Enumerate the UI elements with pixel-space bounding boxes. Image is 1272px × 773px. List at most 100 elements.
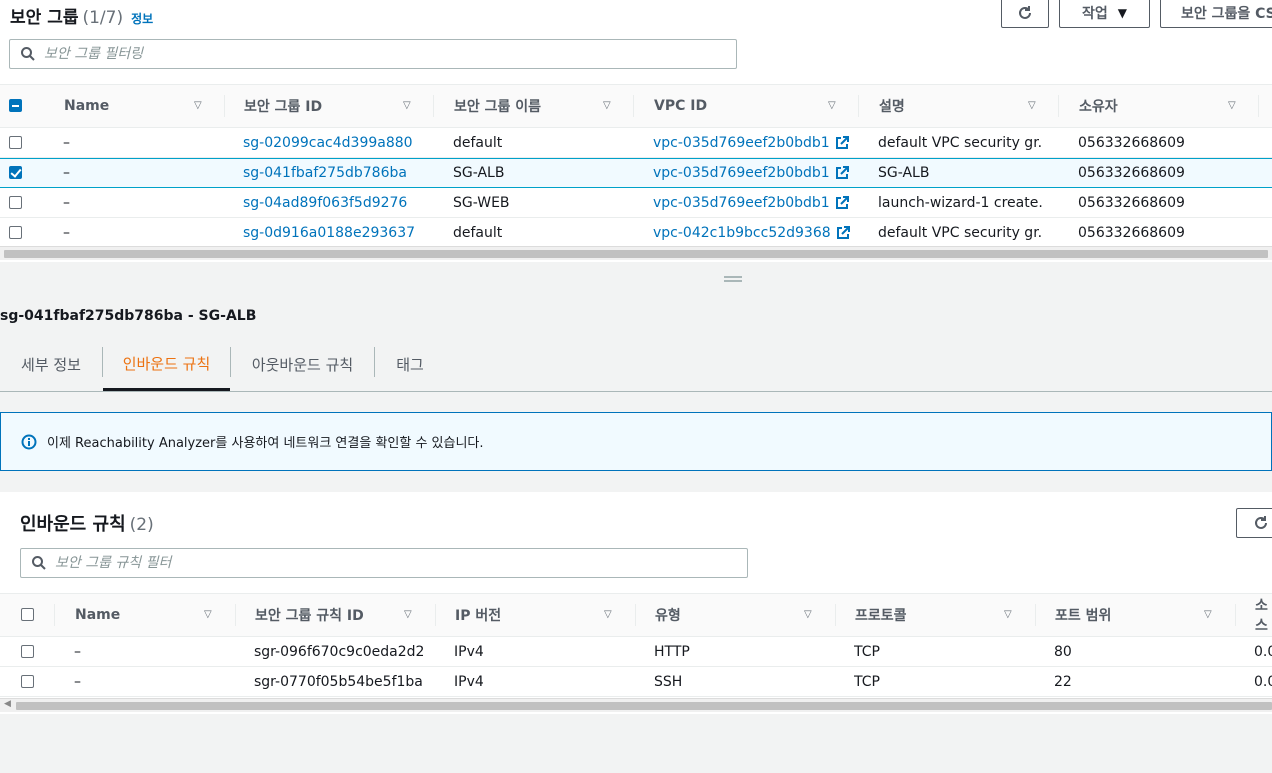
row-checkbox[interactable]	[21, 675, 34, 688]
info-alert: 이제 Reachability Analyzer를 사용하여 네트워크 연결을 …	[0, 412, 1272, 471]
horizontal-scrollbar[interactable]: ◀	[0, 698, 1272, 712]
col-header-vpc-id[interactable]: VPC ID ▽	[654, 85, 859, 127]
cell-rule-id: sgr-0770f05b54be5f1ba	[254, 674, 423, 690]
sg-filter-search[interactable]	[9, 39, 737, 69]
tab-inbound-rules[interactable]: 인바운드 규칙	[103, 338, 230, 391]
cell-source: 0.0	[1254, 644, 1272, 660]
cell-sg-id-link[interactable]: sg-041fbaf275db786ba	[243, 158, 407, 188]
column-divider[interactable]	[433, 95, 434, 117]
info-link[interactable]: 정보	[131, 12, 153, 26]
inbound-refresh-button[interactable]	[1236, 508, 1272, 538]
cell-name: –	[63, 195, 70, 211]
inbound-rules-container: 인바운드 규칙(2) Name ▽ 보안 그룹 규칙 ID ▽ IP 버전 ▽ 유형 ▽…	[0, 492, 1272, 714]
col-header-sg-id[interactable]: 보안 그룹 ID ▽	[244, 85, 434, 127]
table-row[interactable]: – sgr-096f670c9c0eda2d2 IPv4 HTTP TCP 80…	[0, 637, 1272, 667]
col-header-source[interactable]: 소스	[1255, 594, 1272, 636]
search-icon	[32, 556, 46, 570]
col-header-owner[interactable]: 소유자 ▽	[1079, 85, 1259, 127]
table-row[interactable]: – sg-0d916a0188e293637 default vpc-042c1…	[0, 218, 1272, 248]
column-divider[interactable]	[1035, 604, 1036, 626]
col-header-ip-version[interactable]: IP 버전 ▽	[455, 594, 635, 636]
cell-sg-name: SG-ALB	[453, 165, 505, 181]
sort-icon: ▽	[604, 609, 612, 620]
cell-sg-name: default	[453, 225, 503, 241]
split-panel-resize-handle[interactable]	[724, 276, 742, 282]
table-row[interactable]: – sg-04ad89f063f5d9276 SG-WEB vpc-035d76…	[0, 188, 1272, 218]
row-checkbox[interactable]	[9, 196, 22, 209]
inbound-rules-title: 인바운드 규칙 (2)	[20, 510, 154, 536]
cell-description: default VPC security gr...	[878, 135, 1043, 151]
scroll-left-arrow-icon[interactable]: ◀	[4, 699, 11, 709]
column-divider[interactable]	[435, 604, 436, 626]
column-divider[interactable]	[635, 604, 636, 626]
cell-vpc-id-link[interactable]: vpc-035d769eef2b0bdb1	[653, 158, 849, 188]
scrollbar-thumb[interactable]	[4, 250, 1268, 258]
rules-filter-input[interactable]	[55, 555, 700, 571]
refresh-icon	[1255, 516, 1267, 529]
col-header-protocol[interactable]: 프로토콜 ▽	[855, 594, 1035, 636]
vpc-id-text: vpc-035d769eef2b0bdb1	[653, 165, 830, 181]
column-divider[interactable]	[1235, 604, 1236, 626]
column-divider[interactable]	[835, 604, 836, 626]
sort-icon: ▽	[1004, 609, 1012, 620]
alert-text: 이제 Reachability Analyzer를 사용하여 네트워크 연결을 …	[47, 436, 484, 451]
table-header: Name ▽ 보안 그룹 ID ▽ 보안 그룹 이름 ▽ VPC ID ▽ 설명 ▽ 소유…	[0, 84, 1272, 128]
rules-filter-search[interactable]	[20, 548, 748, 578]
column-divider[interactable]	[235, 604, 236, 626]
column-divider[interactable]	[54, 604, 55, 626]
cell-rule-id: sgr-096f670c9c0eda2d2	[254, 644, 425, 660]
sort-icon: ▽	[828, 100, 836, 111]
col-header-name[interactable]: Name ▽	[75, 594, 235, 636]
col-header-rule-id[interactable]: 보안 그룹 규칙 ID ▽	[255, 594, 435, 636]
row-checkbox[interactable]	[9, 136, 22, 149]
actions-dropdown[interactable]: 작업 ▼	[1059, 0, 1150, 28]
col-header-type[interactable]: 유형 ▽	[655, 594, 835, 636]
table-row-selected[interactable]: – sg-041fbaf275db786ba SG-ALB vpc-035d76…	[0, 158, 1272, 188]
row-checkbox[interactable]	[21, 645, 34, 658]
table-row[interactable]: – sg-02099cac4d399a880 default vpc-035d7…	[0, 128, 1272, 158]
security-groups-panel: 보안 그룹(1/7) 정보 작업 ▼ 보안 그룹을 CS Name ▽ 보안 그룹 I…	[0, 0, 1272, 262]
column-divider[interactable]	[633, 95, 634, 117]
sort-icon: ▽	[403, 100, 411, 111]
refresh-button[interactable]	[1001, 0, 1049, 28]
cell-description: default VPC security gr...	[878, 225, 1043, 241]
external-link-icon	[835, 166, 849, 180]
row-checkbox[interactable]	[9, 166, 22, 179]
sort-icon: ▽	[1228, 100, 1236, 111]
cell-protocol: TCP	[854, 674, 880, 690]
cell-name: –	[74, 674, 81, 690]
column-divider[interactable]	[1058, 95, 1059, 117]
col-header-port-range[interactable]: 포트 범위 ▽	[1055, 594, 1235, 636]
select-all-checkbox[interactable]	[9, 99, 22, 112]
col-header-label: 소스	[1255, 598, 1268, 634]
tab-outbound-rules[interactable]: 아웃바운드 규칙	[231, 338, 374, 391]
column-divider[interactable]	[224, 95, 225, 117]
row-checkbox[interactable]	[9, 226, 22, 239]
sg-filter-input[interactable]	[44, 46, 689, 62]
cell-sg-id-link[interactable]: sg-0d916a0188e293637	[243, 218, 415, 248]
column-divider[interactable]	[858, 95, 859, 117]
create-security-group-button[interactable]: 보안 그룹을 CS	[1160, 0, 1272, 28]
col-header-name[interactable]: Name ▽	[64, 85, 224, 127]
cell-sg-id-link[interactable]: sg-02099cac4d399a880	[243, 128, 413, 158]
cell-vpc-id-link[interactable]: vpc-035d769eef2b0bdb1	[653, 128, 849, 158]
tab-tags[interactable]: 태그	[375, 338, 445, 391]
cell-sg-id-link[interactable]: sg-04ad89f063f5d9276	[243, 188, 407, 218]
cell-vpc-id-link[interactable]: vpc-035d769eef2b0bdb1	[653, 188, 849, 218]
col-header-label: 유형	[655, 608, 681, 624]
table-row[interactable]: – sgr-0770f05b54be5f1ba IPv4 SSH TCP 22 …	[0, 667, 1272, 697]
page-title-text: 보안 그룹	[10, 8, 79, 28]
horizontal-scrollbar[interactable]	[0, 246, 1272, 260]
cell-owner: 056332668609	[1078, 225, 1185, 241]
selection-count: (1/7)	[82, 8, 124, 28]
caret-down-icon: ▼	[1117, 6, 1127, 20]
tab-details[interactable]: 세부 정보	[0, 338, 102, 391]
column-divider[interactable]	[1258, 95, 1259, 117]
select-all-checkbox[interactable]	[21, 608, 34, 621]
scrollbar-thumb[interactable]	[16, 702, 1272, 710]
cell-vpc-id-link[interactable]: vpc-042c1b9bcc52d9368	[653, 218, 850, 248]
external-link-icon	[836, 226, 850, 240]
col-header-sg-name[interactable]: 보안 그룹 이름 ▽	[454, 85, 634, 127]
col-header-label: Name	[64, 98, 110, 114]
col-header-description[interactable]: 설명 ▽	[879, 85, 1059, 127]
